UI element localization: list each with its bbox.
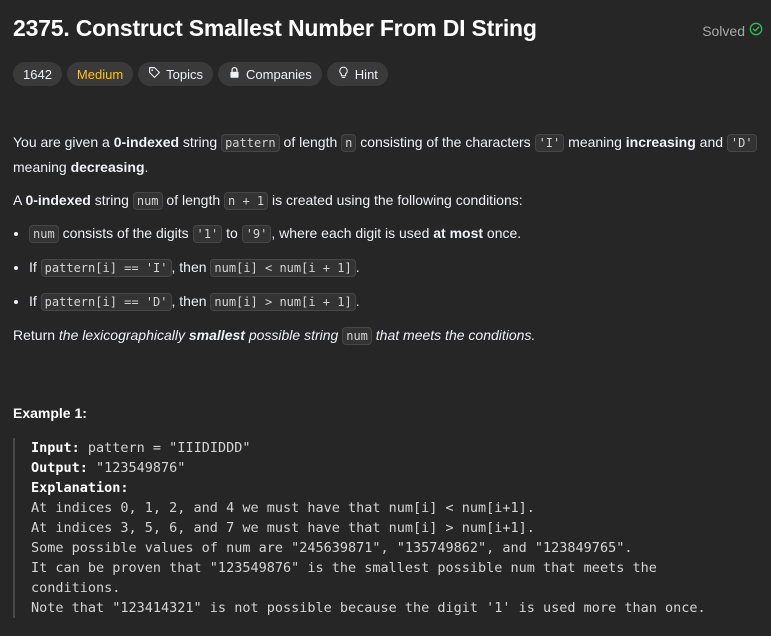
companies-button[interactable]: Companies: [218, 62, 322, 86]
check-circle-icon: [749, 22, 763, 39]
conditions-list: num consists of the digits '1' to '9', w…: [13, 221, 758, 314]
topics-button[interactable]: Topics: [138, 62, 214, 86]
description-paragraph-2: A 0-indexed string num of length n + 1 i…: [13, 192, 523, 210]
difficulty-badge: Medium: [66, 62, 134, 86]
topics-label: Topics: [166, 66, 204, 82]
lightbulb-icon: [337, 66, 350, 82]
hint-button[interactable]: Hint: [326, 62, 388, 86]
problem-id-label: 1642: [23, 66, 52, 82]
example-title: Example 1:: [13, 405, 87, 421]
explanation-line: Some possible values of num are "2456398…: [31, 540, 633, 556]
example-block: Input: pattern = "IIIDIDDD" Output: "123…: [13, 438, 758, 618]
list-item: If pattern[i] == 'D', then num[i] > num[…: [29, 289, 758, 314]
explanation-line: It can be proven that "123549876" is the…: [31, 560, 657, 576]
example-explanation-label: Explanation:: [31, 480, 129, 496]
list-item: If pattern[i] == 'I', then num[i] < num[…: [29, 255, 758, 280]
tag-bar: 1642 Medium Topics Companies Hint: [13, 62, 388, 86]
companies-label: Companies: [246, 66, 312, 82]
description-paragraph-1: You are given a 0-indexed string pattern…: [13, 130, 758, 179]
problem-id-badge: 1642: [13, 62, 62, 86]
solved-status: Solved: [702, 22, 763, 39]
problem-description: You are given a 0-indexed string pattern…: [13, 130, 758, 348]
example-output: Output: "123549876": [31, 460, 186, 476]
hint-label: Hint: [354, 66, 378, 82]
explanation-line: At indices 0, 1, 2, and 4 we must have t…: [31, 500, 535, 516]
lock-icon: [228, 66, 241, 82]
explanation-line: conditions.: [31, 580, 121, 596]
explanation-line: Note that "123414321" is not possible be…: [31, 600, 706, 616]
list-item: num consists of the digits '1' to '9', w…: [29, 221, 758, 246]
problem-title: 2375. Construct Smallest Number From DI …: [13, 15, 537, 41]
example-input: Input: pattern = "IIIDIDDD": [31, 440, 251, 456]
description-paragraph-3: Return the lexicographically smallest po…: [13, 327, 536, 345]
tag-icon: [148, 66, 161, 82]
explanation-line: At indices 3, 5, 6, and 7 we must have t…: [31, 520, 535, 536]
solved-label: Solved: [702, 22, 745, 39]
difficulty-label: Medium: [76, 66, 124, 82]
